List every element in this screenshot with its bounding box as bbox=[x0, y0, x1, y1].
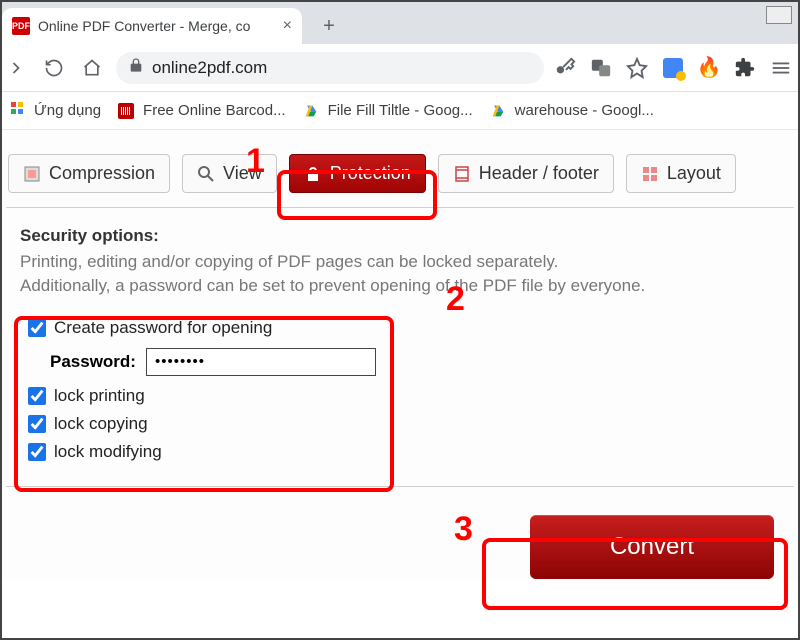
bookmarks-bar: Ứng dụng Free Online Barcod... File Fill… bbox=[2, 92, 798, 130]
lock-copying-label: lock copying bbox=[54, 414, 148, 434]
tab-header-footer[interactable]: Header / footer bbox=[438, 154, 614, 193]
magnifier-icon bbox=[197, 165, 215, 183]
bookmark-filefill[interactable]: File Fill Tiltle - Goog... bbox=[302, 102, 473, 120]
security-heading: Security options: bbox=[20, 226, 780, 246]
menu-icon[interactable] bbox=[770, 57, 792, 79]
lock-copying-checkbox[interactable] bbox=[28, 415, 46, 433]
url-text: online2pdf.com bbox=[152, 58, 267, 78]
option-tabs: Compression View Protection Header / foo… bbox=[6, 154, 794, 208]
apps-label: Ứng dụng bbox=[34, 102, 101, 119]
google-translate-ext-icon[interactable] bbox=[662, 57, 684, 79]
option-create-password: Create password for opening bbox=[28, 314, 772, 342]
toolbar: online2pdf.com 🔥 bbox=[2, 44, 798, 92]
page-content: Compression View Protection Header / foo… bbox=[2, 130, 798, 579]
security-desc-2: Additionally, a password can be set to p… bbox=[20, 274, 780, 298]
bookmark-warehouse[interactable]: warehouse - Googl... bbox=[489, 102, 654, 120]
browser-tab-bar: PDF Online PDF Converter - Merge, co × + bbox=[2, 2, 798, 44]
key-icon[interactable] bbox=[554, 57, 576, 79]
tab-view[interactable]: View bbox=[182, 154, 277, 193]
close-icon[interactable]: × bbox=[283, 17, 292, 35]
lock-printing-label: lock printing bbox=[54, 386, 145, 406]
lock-icon bbox=[128, 57, 144, 78]
layout-icon bbox=[641, 165, 659, 183]
protection-panel: Security options: Printing, editing and/… bbox=[6, 208, 794, 486]
translate-icon[interactable] bbox=[590, 57, 612, 79]
option-lock-printing: lock printing bbox=[28, 382, 772, 410]
tab-protection-label: Protection bbox=[330, 163, 411, 184]
window-maximize-icon[interactable] bbox=[766, 6, 792, 24]
security-desc-1: Printing, editing and/or copying of PDF … bbox=[20, 250, 780, 274]
lock-printing-checkbox[interactable] bbox=[28, 387, 46, 405]
reload-button[interactable] bbox=[40, 54, 68, 82]
new-tab-button[interactable]: + bbox=[314, 11, 344, 41]
bookmark-barcode[interactable]: Free Online Barcod... bbox=[117, 102, 286, 120]
tab-compression-label: Compression bbox=[49, 163, 155, 184]
convert-button[interactable]: Convert bbox=[530, 515, 774, 579]
page-icon bbox=[453, 165, 471, 183]
extensions-puzzle-icon[interactable] bbox=[734, 57, 756, 79]
tab-view-label: View bbox=[223, 163, 262, 184]
create-password-checkbox[interactable] bbox=[28, 319, 46, 337]
browser-tab[interactable]: PDF Online PDF Converter - Merge, co × bbox=[2, 8, 302, 44]
password-label: Password: bbox=[50, 352, 136, 372]
home-button[interactable] bbox=[78, 54, 106, 82]
drive-icon bbox=[302, 102, 320, 120]
password-row: Password: bbox=[28, 342, 772, 382]
address-bar[interactable]: online2pdf.com bbox=[116, 52, 544, 84]
extensions: 🔥 bbox=[554, 57, 792, 79]
tab-layout[interactable]: Layout bbox=[626, 154, 736, 193]
window-controls bbox=[766, 6, 792, 24]
create-password-label: Create password for opening bbox=[54, 318, 272, 338]
fire-ext-icon[interactable]: 🔥 bbox=[698, 57, 720, 79]
forward-button[interactable] bbox=[2, 54, 30, 82]
bookmark-barcode-label: Free Online Barcod... bbox=[143, 102, 286, 119]
drive-icon bbox=[489, 102, 507, 120]
tab-protection[interactable]: Protection bbox=[289, 154, 426, 193]
tab-compression[interactable]: Compression bbox=[8, 154, 170, 193]
security-options: Create password for opening Password: lo… bbox=[20, 308, 780, 476]
bookmark-filefill-label: File Fill Tiltle - Goog... bbox=[328, 102, 473, 119]
compression-icon bbox=[23, 165, 41, 183]
bookmark-warehouse-label: warehouse - Googl... bbox=[515, 102, 654, 119]
apps-icon bbox=[8, 102, 26, 120]
lock-icon bbox=[304, 165, 322, 183]
tab-header-footer-label: Header / footer bbox=[479, 163, 599, 184]
tab-title: Online PDF Converter - Merge, co bbox=[38, 18, 275, 34]
lock-modifying-checkbox[interactable] bbox=[28, 443, 46, 461]
apps-shortcut[interactable]: Ứng dụng bbox=[8, 102, 101, 120]
convert-row: Convert bbox=[6, 486, 794, 579]
pdf-favicon: PDF bbox=[12, 17, 30, 35]
star-icon[interactable] bbox=[626, 57, 648, 79]
option-lock-modifying: lock modifying bbox=[28, 438, 772, 466]
barcode-favicon bbox=[117, 102, 135, 120]
password-input[interactable] bbox=[146, 348, 376, 376]
option-lock-copying: lock copying bbox=[28, 410, 772, 438]
tab-layout-label: Layout bbox=[667, 163, 721, 184]
lock-modifying-label: lock modifying bbox=[54, 442, 162, 462]
